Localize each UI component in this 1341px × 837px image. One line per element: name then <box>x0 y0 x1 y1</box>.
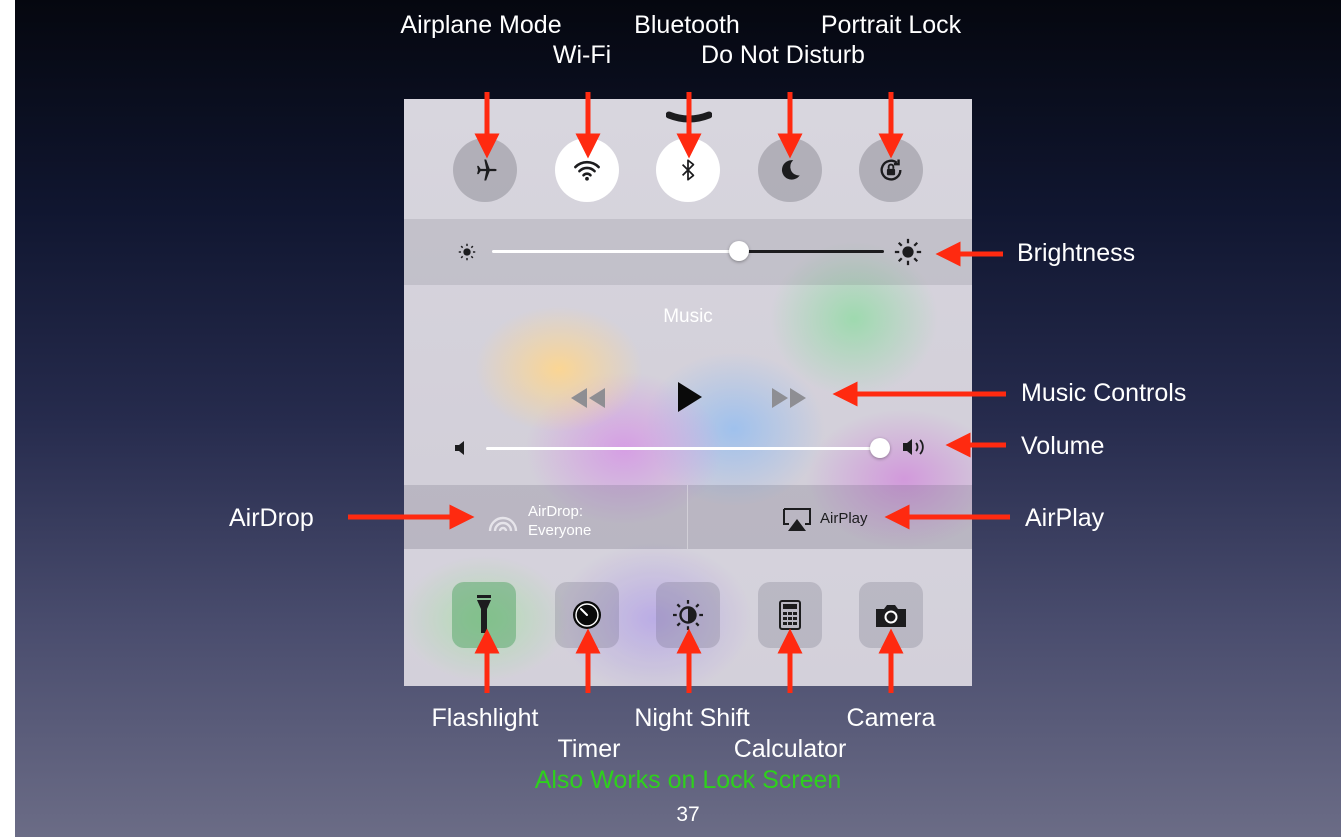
callout-arrows <box>348 92 1010 693</box>
